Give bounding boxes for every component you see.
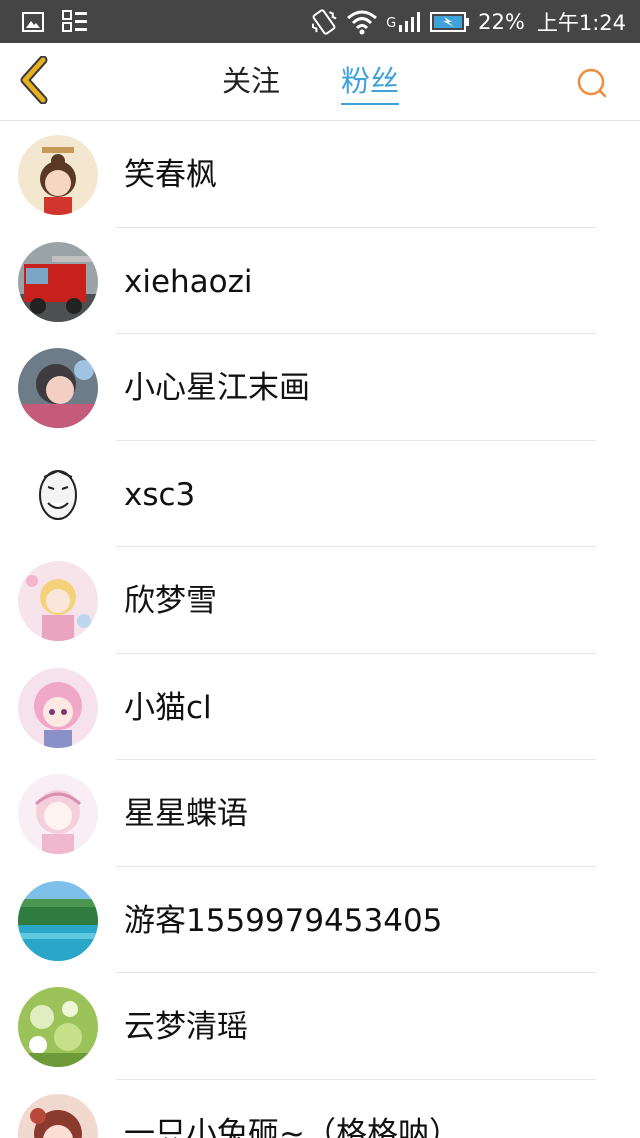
back-button[interactable] (14, 55, 54, 108)
avatar (18, 1093, 98, 1138)
fan-name: 游客1559979453405 (124, 902, 443, 939)
avatar (18, 454, 98, 535)
fan-name: 云梦清瑶 (124, 1009, 248, 1045)
wifi-icon (346, 9, 378, 35)
avatar (18, 135, 98, 215)
list-item[interactable]: xsc3 (0, 441, 640, 548)
battery-percent: 22% (478, 9, 525, 34)
battery-icon (430, 11, 470, 33)
list-item[interactable]: 云梦清瑶 (0, 973, 640, 1080)
vibrate-icon (310, 7, 338, 37)
avatar (18, 987, 98, 1067)
list-item[interactable]: 星星蝶语 (0, 760, 640, 867)
status-left-icons (22, 10, 88, 38)
gallery-icon (22, 11, 44, 37)
list-item[interactable]: 笑春枫 (0, 121, 640, 228)
search-icon (574, 68, 610, 105)
status-right-icons: G 22% 上午1:24 (310, 0, 626, 43)
fan-name: 一只小兔砸~（格格呐） (124, 1115, 460, 1138)
list-item[interactable]: 游客1559979453405 (0, 867, 640, 974)
chevron-left-icon (17, 55, 51, 108)
avatar (18, 561, 98, 641)
fan-list: 笑春枫 xiehaozi 小心星江末画 xsc3 欣梦雪 小猫cl 星星蝶语 游… (0, 121, 640, 1138)
list-item[interactable]: 欣梦雪 (0, 547, 640, 654)
status-bar: G 22% 上午1:24 (0, 0, 640, 43)
fans-screen: G 22% 上午1:24 关注 粉丝 笑春枫 xiehaozi 小心星江末画 x… (0, 0, 640, 1138)
list-item[interactable]: 小心星江末画 (0, 334, 640, 441)
fan-name: 笑春枫 (124, 157, 217, 193)
tab-fans[interactable]: 粉丝 (341, 63, 400, 105)
fan-name: 欣梦雪 (124, 583, 217, 619)
fan-name: 小猫cl (124, 689, 212, 726)
status-time: 上午1:24 (536, 10, 626, 35)
list-item[interactable]: 一只小兔砸~（格格呐） (0, 1080, 640, 1138)
fan-name: 小心星江末画 (124, 370, 310, 406)
avatar (18, 880, 98, 961)
list-item[interactable]: xiehaozi (0, 228, 640, 335)
avatar (18, 667, 98, 748)
fan-name: xsc3 (124, 476, 196, 513)
avatar (18, 241, 98, 322)
tab-follow[interactable]: 关注 (222, 63, 280, 99)
search-button[interactable] (574, 65, 610, 101)
network-type-label: G (386, 16, 397, 31)
apps-icon (62, 10, 88, 38)
nav-bar: 关注 粉丝 (0, 43, 640, 121)
list-item[interactable]: 小猫cl (0, 654, 640, 761)
avatar (18, 348, 98, 428)
fan-name: 星星蝶语 (124, 796, 248, 832)
avatar (18, 774, 98, 854)
fan-name: xiehaozi (124, 263, 253, 300)
signal-icon (398, 11, 422, 33)
